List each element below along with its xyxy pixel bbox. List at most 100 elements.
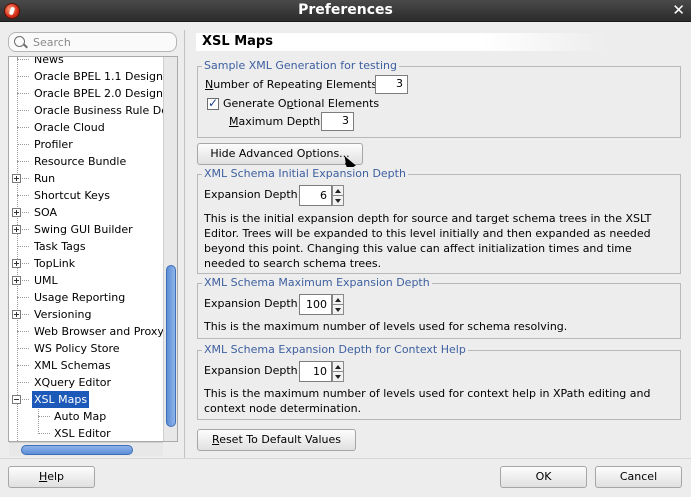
panel-divider[interactable] — [184, 30, 185, 458]
initial-expansion-field[interactable]: 6 — [299, 185, 332, 206]
tree-item[interactable]: Oracle BPEL 1.1 Designer — [9, 68, 174, 85]
spinner-down-icon[interactable] — [333, 305, 343, 315]
tree-item-label: Profiler — [34, 138, 73, 151]
repeating-elements-label: Number of Repeating Elements — [205, 78, 378, 91]
spinner-up-icon[interactable] — [333, 186, 343, 196]
tree-item[interactable]: Swing GUI Builder — [9, 221, 169, 238]
footer-separator — [0, 458, 691, 459]
tree-item-label: Usage Reporting — [34, 291, 126, 304]
tree-item[interactable]: Task Tags — [9, 238, 169, 255]
context-help-spinner[interactable] — [332, 361, 344, 382]
expand-icon[interactable] — [12, 225, 21, 234]
generate-optional-label: Generate Optional Elements — [223, 97, 380, 110]
tree-item-label: WS Policy Store — [34, 342, 120, 355]
tree-item[interactable]: UML — [9, 272, 169, 289]
tree-item-label: UML — [34, 274, 58, 287]
repeating-elements-field[interactable]: 3 — [375, 75, 408, 94]
page-title: XSL Maps — [196, 33, 604, 51]
tree-item[interactable]: WS Policy Store — [9, 340, 169, 357]
search-box[interactable] — [8, 32, 177, 52]
maximum-depth-label: Maximum Depth — [229, 115, 321, 128]
tree-item-label: Versioning — [34, 308, 92, 321]
sample-xml-legend: Sample XML Generation for testing — [202, 59, 400, 73]
spinner-up-icon[interactable] — [333, 295, 343, 305]
tree-item-label: TopLink — [34, 257, 76, 270]
tree-item-label: Resource Bundle — [34, 155, 127, 168]
context-help-group: XML Schema Expansion Depth for Context H… — [197, 343, 681, 420]
spinner-down-icon[interactable] — [333, 372, 343, 382]
generate-optional-checkbox[interactable] — [207, 96, 219, 110]
tree-item-label: SOA — [34, 206, 57, 219]
tree-item[interactable]: News — [9, 56, 169, 68]
tree-item-label: Oracle Business Rule Designer — [34, 104, 177, 117]
collapse-icon[interactable] — [12, 395, 21, 404]
tree-item-label: Auto Map — [54, 410, 107, 423]
tree-item[interactable]: Resource Bundle — [9, 153, 169, 170]
tree-item-label: Web Browser and Proxy — [34, 325, 164, 338]
tree-item-label: XQuery Editor — [34, 376, 112, 389]
tree-item-label: Run — [34, 172, 56, 185]
tree-item[interactable]: Web Browser and Proxy — [9, 323, 169, 340]
expand-icon[interactable] — [12, 174, 21, 183]
tree-item-label: News — [34, 56, 64, 66]
horizontal-scroll-thumb[interactable] — [21, 445, 133, 455]
tree-horizontal-scrollbar[interactable] — [9, 442, 163, 456]
context-help-legend: XML Schema Expansion Depth for Context H… — [202, 343, 468, 357]
ok-button[interactable]: OK — [500, 466, 587, 488]
maximum-expansion-field[interactable]: 100 — [299, 294, 332, 315]
tree-vertical-scrollbar[interactable] — [163, 57, 177, 441]
initial-expansion-legend: XML Schema Initial Expansion Depth — [202, 167, 408, 181]
tree-item[interactable]: Auto Map — [9, 408, 169, 425]
tree-item-label: XML Schemas — [34, 359, 111, 372]
sample-xml-group: Sample XML Generation for testing Number… — [197, 59, 681, 138]
cancel-button[interactable]: Cancel — [595, 466, 682, 488]
tree-item-label: Oracle Cloud — [34, 121, 105, 134]
tree-item[interactable]: Oracle Cloud — [9, 119, 169, 136]
maximum-expansion-label: Expansion Depth — [204, 297, 298, 310]
maximum-depth-field[interactable]: 3 — [321, 112, 354, 131]
context-help-label: Expansion Depth — [204, 364, 298, 377]
help-button[interactable]: Help — [8, 466, 95, 488]
maximum-expansion-group: XML Schema Maximum Expansion Depth Expan… — [197, 276, 681, 339]
tree-item[interactable]: XSL Editor — [9, 425, 169, 441]
context-help-description: This is the maximum number of levels use… — [204, 387, 651, 415]
close-icon[interactable]: ✕ — [672, 2, 685, 19]
context-help-field[interactable]: 10 — [299, 361, 332, 382]
tree-item[interactable]: SOA — [9, 204, 169, 221]
preferences-tree[interactable]: News Oracle BPEL 1.1 Designer Oracle BPEL … — [8, 56, 178, 442]
hide-advanced-options-button[interactable]: Hide Advanced Options... — [197, 143, 363, 165]
tree-item-label: Shortcut Keys — [34, 189, 111, 202]
tree-item[interactable]: XML Schemas — [9, 357, 169, 374]
tree-item[interactable]: XQuery Editor — [9, 374, 169, 391]
expand-icon[interactable] — [12, 208, 21, 217]
tree-item[interactable]: Shortcut Keys — [9, 187, 169, 204]
tree-item-label: XSL Maps — [32, 391, 90, 408]
initial-expansion-description: This is the initial expansion depth for … — [204, 212, 652, 270]
maximum-expansion-spinner[interactable] — [332, 294, 344, 315]
tree-item[interactable]: Usage Reporting — [9, 289, 169, 306]
tree-item-label: Task Tags — [34, 240, 86, 253]
spinner-up-icon[interactable] — [333, 362, 343, 372]
tree-item-label: Swing GUI Builder — [34, 223, 133, 236]
tree-item[interactable]: TopLink — [9, 255, 169, 272]
tree-item[interactable]: Versioning — [9, 306, 169, 323]
spinner-down-icon[interactable] — [333, 196, 343, 206]
maximum-expansion-description: This is the maximum number of levels use… — [204, 320, 568, 333]
expand-icon[interactable] — [12, 276, 21, 285]
initial-expansion-label: Expansion Depth — [204, 188, 298, 201]
expand-icon[interactable] — [12, 310, 21, 319]
tree-item[interactable]: Oracle BPEL 2.0 Designer — [9, 85, 174, 102]
initial-expansion-spinner[interactable] — [332, 185, 344, 206]
title-bar: Preferences ✕ — [0, 0, 691, 22]
reset-defaults-button[interactable]: Reset To Default Values — [197, 429, 356, 451]
maximum-expansion-legend: XML Schema Maximum Expansion Depth — [202, 276, 432, 290]
tree-item[interactable]: XSL Maps — [9, 391, 169, 408]
tree-item[interactable]: Run — [9, 170, 169, 187]
expand-icon[interactable] — [12, 259, 21, 268]
search-input[interactable] — [33, 34, 173, 50]
tree-item[interactable]: Oracle Business Rule Designer — [9, 102, 177, 119]
search-icon — [14, 36, 25, 47]
vertical-scroll-thumb[interactable] — [166, 265, 176, 427]
tree-item[interactable]: Profiler — [9, 136, 169, 153]
tree-item-label: XSL Editor — [54, 427, 111, 440]
